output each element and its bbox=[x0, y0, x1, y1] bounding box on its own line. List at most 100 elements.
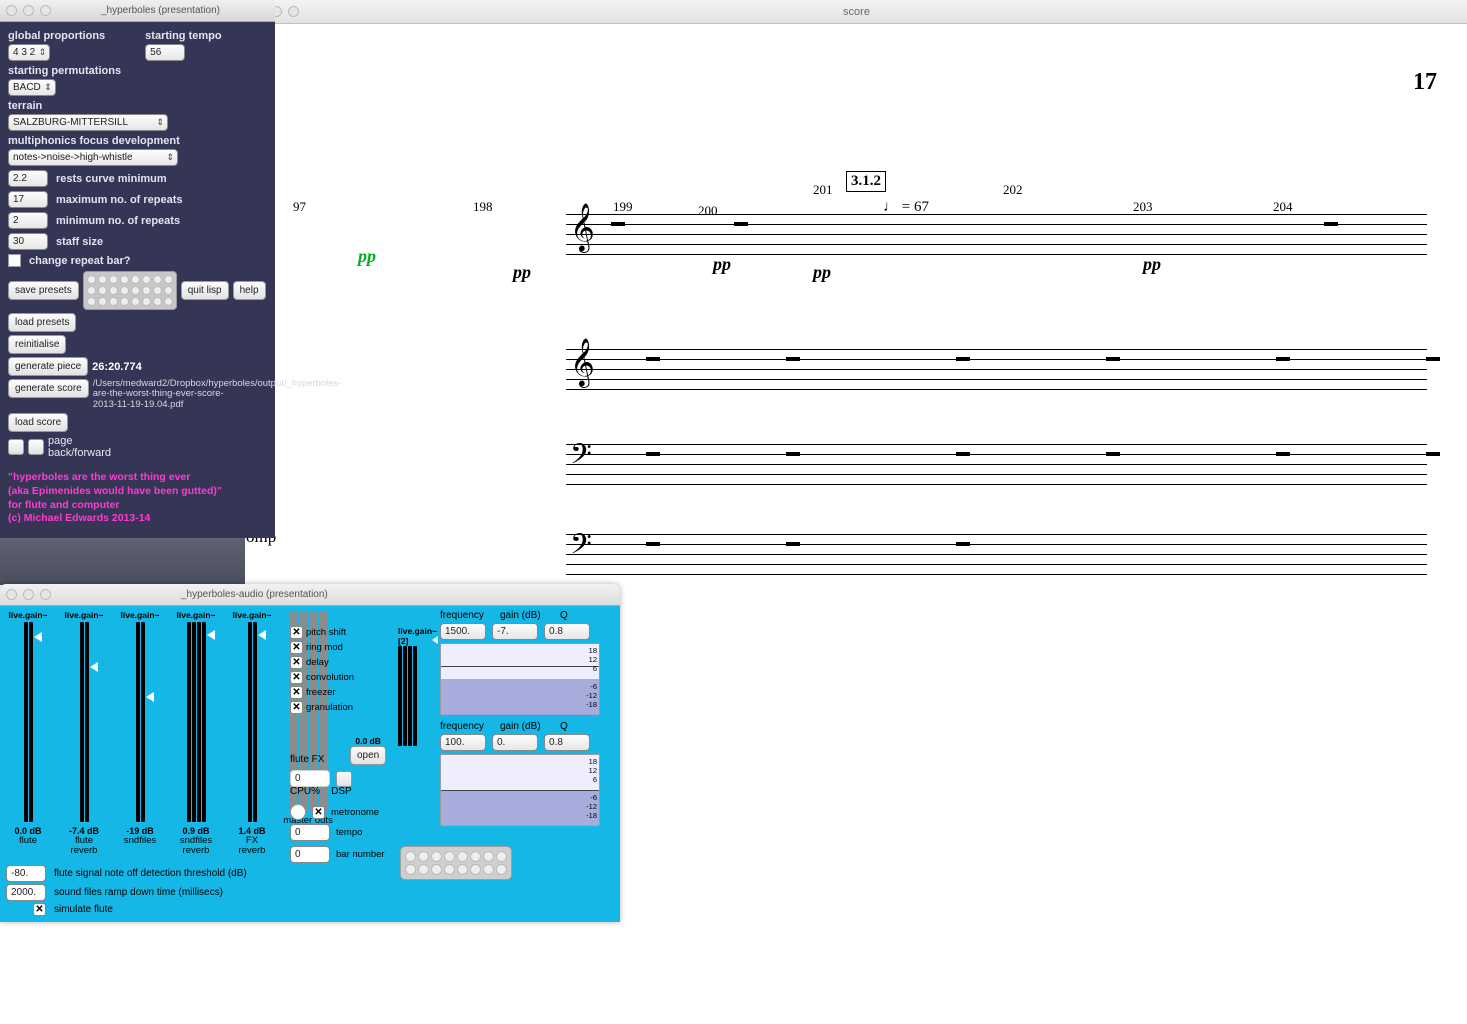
input-tempo[interactable]: 0 bbox=[290, 824, 330, 841]
input-ramp-time[interactable]: 2000. bbox=[6, 884, 46, 901]
close-icon[interactable] bbox=[6, 5, 17, 16]
input-min-repeats[interactable]: 2 bbox=[8, 212, 48, 229]
fx-column: pitch shiftring moddelayconvolutionfreez… bbox=[290, 626, 385, 716]
help-button[interactable]: help bbox=[233, 281, 266, 300]
checkbox-change-repeat[interactable] bbox=[8, 254, 21, 267]
save-presets-button[interactable]: save presets bbox=[8, 281, 79, 300]
fx-label: convolution bbox=[306, 672, 354, 683]
load-presets-button[interactable]: load presets bbox=[8, 313, 76, 332]
fx-label: pitch shift bbox=[306, 627, 346, 638]
label-staff-size: staff size bbox=[56, 236, 103, 248]
bass-clef-icon: 𝄢 bbox=[570, 530, 592, 568]
label-noteoff-thresh: flute signal note off detection threshol… bbox=[54, 868, 247, 879]
minimize-icon[interactable] bbox=[23, 589, 34, 600]
load-score-button[interactable]: load score bbox=[8, 413, 68, 432]
meter-label: sndfiles bbox=[124, 836, 156, 846]
input-eq2-q[interactable]: 0.8 bbox=[544, 734, 590, 751]
meter-tag: live.gain~ bbox=[9, 610, 48, 620]
dynamic-mark: pp bbox=[513, 262, 531, 283]
label-starting-tempo: starting tempo bbox=[145, 30, 221, 42]
meter-2[interactable]: live.gain~-19 dBsndfiles bbox=[118, 610, 162, 856]
meter-1[interactable]: live.gain~-7.4 dBflute reverb bbox=[62, 610, 106, 856]
page-forward-button[interactable] bbox=[28, 439, 44, 455]
eq-graph-1[interactable]: 18 12 6 -6 -12 -18 bbox=[440, 643, 600, 715]
output-path: /Users/medward2/Dropbox/hyperboles/outpu… bbox=[93, 379, 243, 410]
measure-number: 201 bbox=[813, 182, 833, 198]
zoom-icon[interactable] bbox=[288, 6, 299, 17]
level-triangle-icon[interactable] bbox=[146, 692, 154, 702]
label-eq-q-2: Q bbox=[560, 721, 610, 732]
zoom-icon[interactable] bbox=[40, 589, 51, 600]
label-cpu: CPU% bbox=[290, 786, 320, 797]
input-eq1-freq[interactable]: 1500. bbox=[440, 623, 486, 640]
level-triangle-icon[interactable] bbox=[432, 636, 438, 644]
fx-toggle[interactable] bbox=[290, 671, 303, 684]
generate-score-button[interactable]: generate score bbox=[8, 379, 89, 398]
flute-fx-button[interactable] bbox=[336, 771, 352, 787]
generate-piece-button[interactable]: generate piece bbox=[8, 357, 88, 376]
rehearsal-mark: 3.1.2 bbox=[846, 171, 886, 192]
input-flute-fx[interactable]: 0 bbox=[290, 770, 330, 787]
meter-label: sndfiles reverb bbox=[180, 836, 212, 856]
meter-label: flute bbox=[19, 836, 37, 846]
zoom-icon[interactable] bbox=[40, 5, 51, 16]
meter-tag: live.gain~ bbox=[65, 610, 104, 620]
panel-titlebar[interactable]: _hyperboles (presentation) bbox=[0, 0, 275, 22]
fx-row-delay: delay bbox=[290, 656, 385, 669]
preset-grid[interactable] bbox=[83, 271, 177, 310]
input-eq2-gain[interactable]: 0. bbox=[492, 734, 538, 751]
select-global-proportions[interactable]: 4 3 2 bbox=[8, 44, 50, 61]
label-min-repeats: minimum no. of repeats bbox=[56, 215, 180, 227]
measure-number: 97 bbox=[293, 199, 306, 215]
label-multiphonics: multiphonics focus development bbox=[8, 135, 267, 147]
audio-titlebar[interactable]: _hyperboles-audio (presentation) bbox=[0, 584, 620, 606]
eq-ticks: 18 12 6 -6 -12 -18 bbox=[586, 646, 597, 709]
level-triangle-icon[interactable] bbox=[34, 632, 42, 642]
label-terrain: terrain bbox=[8, 100, 267, 112]
eq-graph-2[interactable]: 18 12 6 -6 -12 -18 bbox=[440, 754, 600, 826]
fx-toggle[interactable] bbox=[290, 641, 303, 654]
level-triangle-icon[interactable] bbox=[90, 662, 98, 672]
quit-lisp-button[interactable]: quit lisp bbox=[181, 281, 229, 300]
dynamic-mark: pp bbox=[713, 254, 731, 275]
fx-label: granulation bbox=[306, 702, 353, 713]
fx-toggle[interactable] bbox=[290, 626, 303, 639]
measure-number: 204 bbox=[1273, 199, 1293, 215]
fx-toggle[interactable] bbox=[290, 701, 303, 714]
meters-row: live.gain~0.0 dBflute live.gain~-7.4 dBfl… bbox=[6, 610, 330, 856]
mini-meter[interactable]: live.gain~[2] bbox=[398, 626, 430, 746]
meter-0[interactable]: live.gain~0.0 dBflute bbox=[6, 610, 50, 856]
meter-3[interactable]: live.gain~0.9 dBsndfiles reverb bbox=[174, 610, 218, 856]
level-triangle-icon[interactable] bbox=[258, 630, 266, 640]
checkbox-simulate-flute[interactable] bbox=[33, 903, 46, 916]
dynamic-mark: pp bbox=[1143, 254, 1161, 275]
page-back-button[interactable] bbox=[8, 439, 24, 455]
cpu-indicator bbox=[290, 804, 306, 820]
level-triangle-icon[interactable] bbox=[207, 630, 215, 640]
minimize-icon[interactable] bbox=[23, 5, 34, 16]
reinitialise-button[interactable]: reinitialise bbox=[8, 335, 66, 354]
generation-time: 26:20.774 bbox=[92, 361, 142, 373]
input-max-repeats[interactable]: 17 bbox=[8, 191, 48, 208]
input-eq1-q[interactable]: 0.8 bbox=[544, 623, 590, 640]
open-button[interactable]: open bbox=[350, 746, 386, 765]
input-starting-tempo[interactable]: 56 bbox=[145, 44, 185, 61]
credit-text: "hyperboles are the worst thing ever (ak… bbox=[8, 471, 267, 526]
dsp-toggle[interactable] bbox=[312, 806, 325, 819]
close-icon[interactable] bbox=[6, 589, 17, 600]
staff-bass-1: 𝄢 bbox=[566, 444, 1427, 484]
meter-4[interactable]: live.gain~1.4 dBFX reverb bbox=[230, 610, 274, 856]
input-noteoff-thresh[interactable]: -80. bbox=[6, 865, 46, 882]
fx-toggle[interactable] bbox=[290, 656, 303, 669]
fx-toggle[interactable] bbox=[290, 686, 303, 699]
label-global-proportions: global proportions bbox=[8, 30, 105, 42]
select-multiphonics[interactable]: notes->noise->high-whistle bbox=[8, 149, 178, 166]
input-eq1-gain[interactable]: -7. bbox=[492, 623, 538, 640]
input-bar-number[interactable]: 0 bbox=[290, 846, 330, 863]
input-eq2-freq[interactable]: 100. bbox=[440, 734, 486, 751]
meter-tag: live.gain~ bbox=[121, 610, 160, 620]
input-staff-size[interactable]: 30 bbox=[8, 233, 48, 250]
select-terrain[interactable]: SALZBURG-MITTERSILL bbox=[8, 114, 168, 131]
select-starting-permutations[interactable]: BACD bbox=[8, 79, 56, 96]
input-rests-curve[interactable]: 2.2 bbox=[8, 170, 48, 187]
